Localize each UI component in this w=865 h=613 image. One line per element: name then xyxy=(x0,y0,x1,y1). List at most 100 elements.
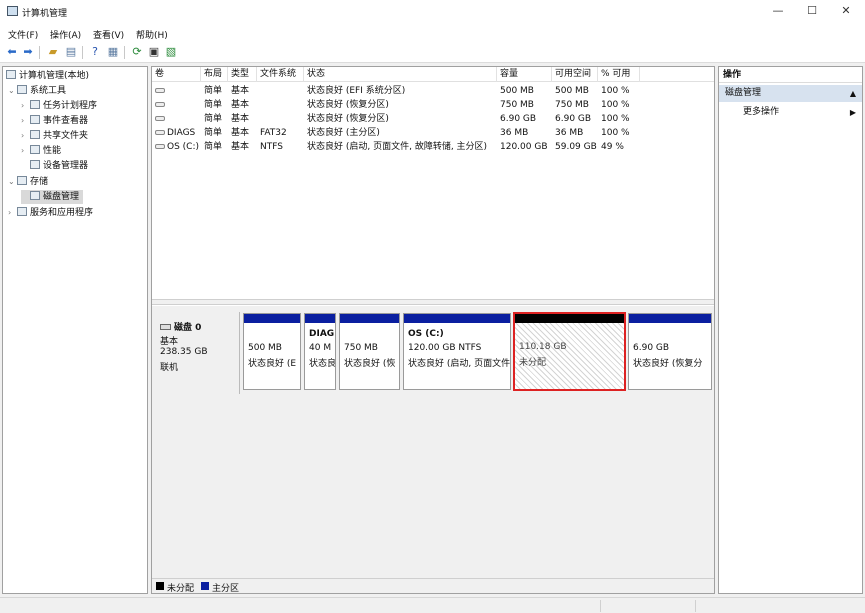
volume-name-text: OS (C:) xyxy=(167,142,199,152)
drive-icon xyxy=(155,88,165,93)
actions-title: 操作 xyxy=(719,67,862,83)
volume-free-space: 6.90 GB xyxy=(555,114,592,124)
volume-capacity: 6.90 GB xyxy=(500,114,537,124)
volume-percent-free: 100 % xyxy=(601,128,630,138)
partition-type-bar xyxy=(629,314,711,323)
partition-title: DIAG xyxy=(309,329,335,339)
help-icon[interactable]: ? xyxy=(88,45,102,59)
menu-action[interactable]: 操作(A) xyxy=(50,28,81,41)
disk-info[interactable]: 磁盘 0 基本 238.35 GB 联机 xyxy=(154,312,240,394)
volume-filesystem: FAT32 xyxy=(260,128,287,138)
volume-row[interactable]: DIAGS 简单 基本 FAT32 状态良好 (主分区) 36 MB 36 MB… xyxy=(152,126,714,140)
tools-icon xyxy=(17,85,27,94)
tree-root[interactable]: 计算机管理(本地) xyxy=(6,69,89,83)
menu-file[interactable]: 文件(F) xyxy=(8,28,38,41)
device-manager-icon xyxy=(30,160,40,169)
volume-row[interactable]: OS (C:) 简单 基本 NTFS 状态良好 (启动, 页面文件, 故障转储,… xyxy=(152,140,714,154)
col-capacity[interactable]: 容量 xyxy=(497,67,552,82)
pane-splitter[interactable] xyxy=(152,299,714,305)
up-folder-icon[interactable]: ▰ xyxy=(46,45,60,59)
volume-percent-free: 100 % xyxy=(601,86,630,96)
col-type[interactable]: 类型 xyxy=(228,67,257,82)
tree-storage[interactable]: ⌄ 存储 xyxy=(8,175,48,189)
partition-size: 750 MB xyxy=(344,343,378,353)
show-tree-icon[interactable]: ▤ xyxy=(64,45,78,59)
volume-layout: 简单 xyxy=(204,114,223,124)
disk-management-pane: 卷 布局 类型 文件系统 状态 容量 可用空间 % 可用 简单 基本 状态良好 … xyxy=(151,66,715,594)
volume-status: 状态良好 (主分区) xyxy=(307,128,380,138)
close-button[interactable]: ✕ xyxy=(831,2,861,20)
chevron-down-icon[interactable]: ⌄ xyxy=(8,175,17,189)
col-percent-free[interactable]: % 可用 xyxy=(598,67,640,82)
computer-management-icon xyxy=(7,6,18,16)
partition-diags[interactable]: DIAG 40 M 状态良 xyxy=(304,313,336,390)
volume-capacity: 500 MB xyxy=(500,86,534,96)
partition-os-c[interactable]: OS (C:) 120.00 GB NTFS 状态良好 (启动, 页面文件 xyxy=(403,313,511,390)
status-cell xyxy=(695,600,785,612)
chevron-right-icon[interactable]: › xyxy=(8,206,17,220)
volume-name: DIAGS xyxy=(152,126,201,140)
view-icon[interactable]: ▦ xyxy=(106,45,120,59)
col-volume[interactable]: 卷 xyxy=(152,67,201,82)
console-tree: 计算机管理(本地) ⌄ 系统工具 › 任务计划程序 › 事件查看器 › 共享文件夹 › 性… xyxy=(2,66,148,594)
tree-event-viewer-label: 事件查看器 xyxy=(43,116,89,126)
volume-row[interactable]: 简单 基本 状态良好 (EFI 系统分区) 500 MB 500 MB 100 … xyxy=(152,84,714,98)
volume-layout: 简单 xyxy=(204,142,223,152)
chevron-right-icon[interactable]: › xyxy=(21,114,30,128)
partition-size: 110.18 GB xyxy=(519,342,567,352)
actions-section-disk-management[interactable]: 磁盘管理 ▲ xyxy=(719,85,862,102)
export-icon[interactable]: ▧ xyxy=(164,45,178,59)
volume-type: 基本 xyxy=(231,100,250,110)
maximize-button[interactable]: ☐ xyxy=(797,2,827,20)
menu-help[interactable]: 帮助(H) xyxy=(136,28,168,41)
volume-row[interactable]: 简单 基本 状态良好 (恢复分区) 6.90 GB 6.90 GB 100 % xyxy=(152,112,714,126)
forward-icon[interactable]: ➡ xyxy=(21,45,35,59)
more-actions[interactable]: 更多操作 ▶ xyxy=(719,105,862,120)
refresh-icon[interactable]: ⟳ xyxy=(130,45,144,59)
tree-storage-label: 存储 xyxy=(30,177,49,187)
partition-efi[interactable]: 500 MB 状态良好 (E xyxy=(243,313,301,390)
col-filesystem[interactable]: 文件系统 xyxy=(257,67,304,82)
col-layout[interactable]: 布局 xyxy=(201,67,228,82)
volume-type: 基本 xyxy=(231,86,250,96)
col-status[interactable]: 状态 xyxy=(304,67,497,82)
partition-type-bar xyxy=(340,314,399,323)
volume-list-header: 卷 布局 类型 文件系统 状态 容量 可用空间 % 可用 xyxy=(152,67,714,82)
chevron-down-icon[interactable]: ⌄ xyxy=(8,84,17,98)
tree-shared-folders[interactable]: › 共享文件夹 xyxy=(21,129,88,143)
volume-name-text: DIAGS xyxy=(167,128,196,138)
partition-recovery[interactable]: 750 MB 状态良好 (恢 xyxy=(339,313,400,390)
volume-name xyxy=(152,84,201,98)
performance-icon xyxy=(30,145,40,154)
volume-layout: 简单 xyxy=(204,128,223,138)
tree-disk-management[interactable]: 磁盘管理 xyxy=(21,190,84,204)
tree-task-scheduler[interactable]: › 任务计划程序 xyxy=(21,99,97,113)
minimize-button[interactable]: — xyxy=(763,2,793,20)
tree-performance[interactable]: › 性能 xyxy=(21,144,61,158)
disk-name: 磁盘 0 xyxy=(160,320,201,333)
volume-name: OS (C:) xyxy=(152,140,201,154)
chevron-right-icon[interactable]: › xyxy=(21,99,30,113)
properties-icon[interactable]: ▣ xyxy=(147,45,161,59)
col-free-space[interactable]: 可用空间 xyxy=(552,67,598,82)
chevron-right-icon[interactable]: › xyxy=(21,144,30,158)
tree-device-manager[interactable]: 设备管理器 xyxy=(30,159,88,173)
drive-icon xyxy=(155,116,165,121)
volume-free-space: 36 MB xyxy=(555,128,584,138)
legend-primary-swatch xyxy=(201,582,209,590)
legend: 未分配 主分区 xyxy=(152,578,714,594)
back-icon[interactable]: ⬅ xyxy=(5,45,19,59)
drive-icon xyxy=(155,130,165,135)
chevron-right-icon[interactable]: › xyxy=(21,129,30,143)
volume-percent-free: 100 % xyxy=(601,114,630,124)
volume-filesystem xyxy=(257,98,304,112)
menu-view[interactable]: 查看(V) xyxy=(93,28,124,41)
partition-unallocated[interactable]: 110.18 GB 未分配 xyxy=(513,312,626,391)
volume-name xyxy=(152,112,201,126)
partition-recovery-2[interactable]: 6.90 GB 状态良好 (恢复分 xyxy=(628,313,712,390)
volume-row[interactable]: 简单 基本 状态良好 (恢复分区) 750 MB 750 MB 100 % xyxy=(152,98,714,112)
tree-event-viewer[interactable]: › 事件查看器 xyxy=(21,114,88,128)
tree-system-tools[interactable]: ⌄ 系统工具 xyxy=(8,84,66,98)
collapse-up-icon[interactable]: ▲ xyxy=(850,85,856,102)
tree-services-apps[interactable]: › 服务和应用程序 xyxy=(8,206,93,220)
